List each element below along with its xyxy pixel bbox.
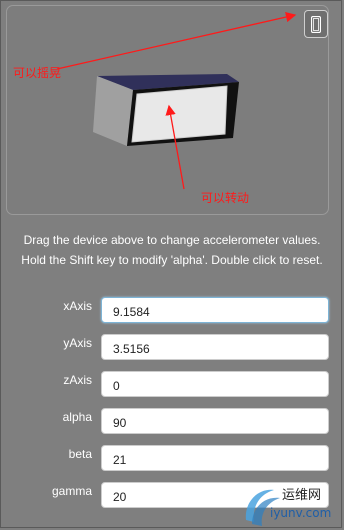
watermark: 运维网 iyunv.com xyxy=(240,478,340,526)
watermark-domain: iyunv.com xyxy=(270,506,332,520)
device-preview[interactable] xyxy=(6,5,329,215)
alpha-label: alpha xyxy=(62,410,92,424)
zaxis-label: zAxis xyxy=(63,373,92,387)
xaxis-input[interactable] xyxy=(101,297,329,323)
instructions-line-2: Hold the Shift key to modify 'alpha'. Do… xyxy=(21,253,323,267)
instructions: Drag the device above to change accelero… xyxy=(0,230,344,270)
gamma-label: gamma xyxy=(51,484,92,498)
alpha-input[interactable] xyxy=(101,408,329,434)
instructions-line-1: Drag the device above to change accelero… xyxy=(23,233,321,247)
yaxis-input[interactable] xyxy=(101,334,329,360)
watermark-brand: 运维网 xyxy=(282,488,322,503)
beta-label: beta xyxy=(68,447,92,461)
xaxis-label: xAxis xyxy=(63,299,92,313)
field-row-yaxis: yAxis xyxy=(0,334,344,362)
phone-icon[interactable] xyxy=(304,10,328,38)
zaxis-input[interactable] xyxy=(101,371,329,397)
device-screen xyxy=(131,85,228,143)
annotation-shake: 可以摇晃 xyxy=(13,66,62,80)
field-row-zaxis: zAxis xyxy=(0,371,344,399)
arrow-to-device-toggle xyxy=(56,11,297,70)
annotation-rotate: 可以转动 xyxy=(201,191,250,205)
beta-input[interactable] xyxy=(101,445,329,471)
field-row-xaxis: xAxis xyxy=(0,297,344,325)
device-3d-model[interactable] xyxy=(7,6,330,216)
field-row-beta: beta xyxy=(0,445,344,473)
swirl-logo-icon xyxy=(245,489,280,526)
field-row-alpha: alpha xyxy=(0,408,344,436)
yaxis-label: yAxis xyxy=(63,336,92,350)
